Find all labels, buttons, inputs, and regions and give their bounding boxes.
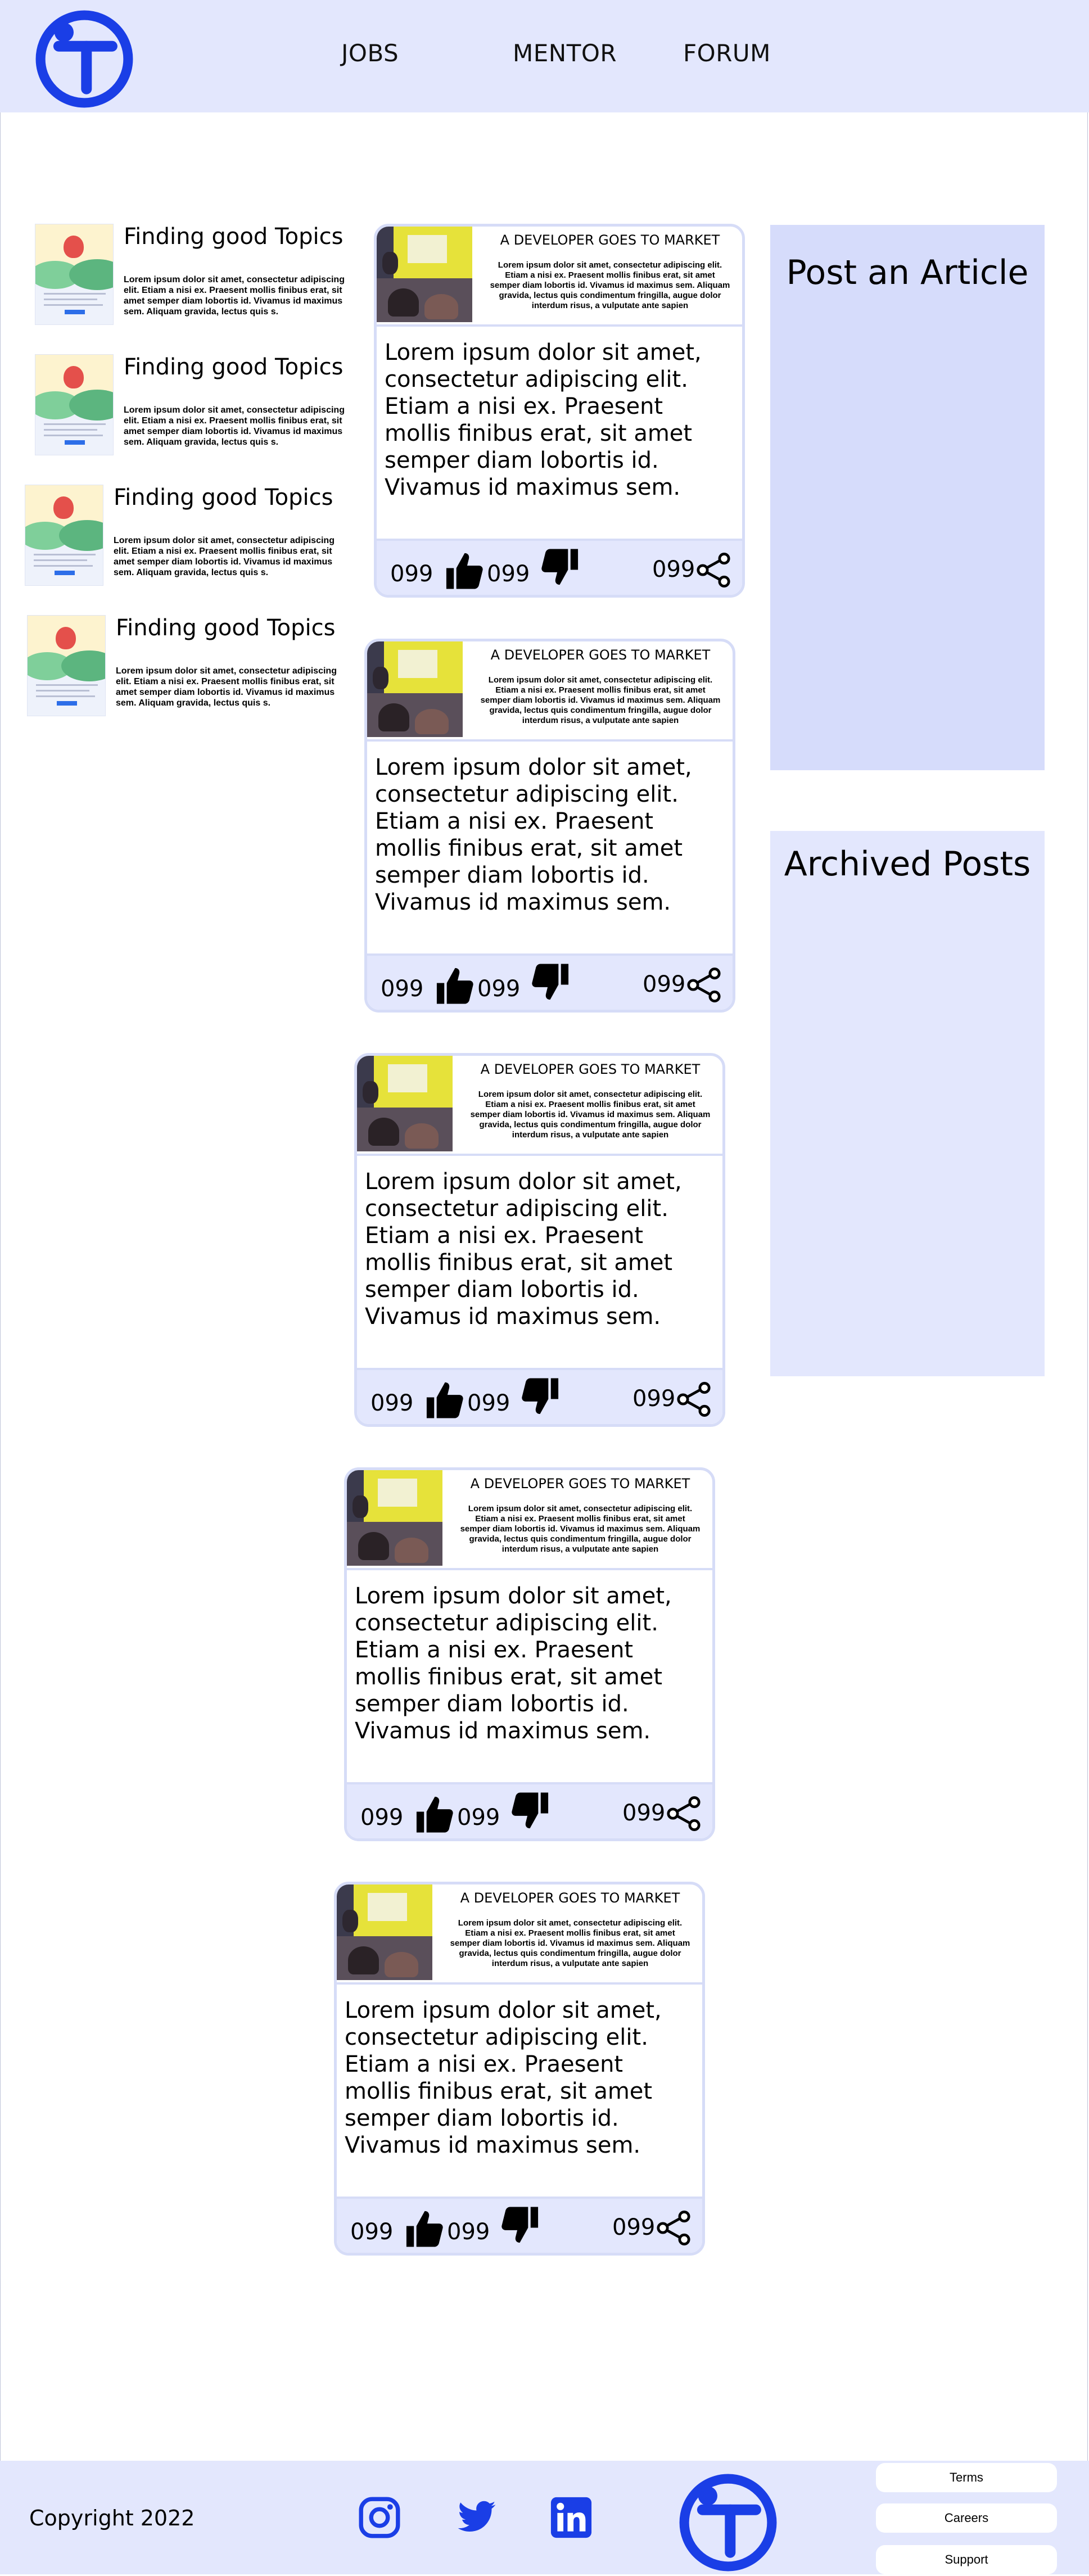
article-photo [377, 227, 472, 322]
article-summary: Lorem ipsum dolor sit amet, consectetur … [480, 675, 721, 725]
thumbs-up-icon[interactable] [443, 550, 485, 591]
topic-thumbnail [35, 224, 114, 325]
card-divider [367, 739, 733, 742]
thumbs-down-icon[interactable] [510, 1790, 552, 1832]
card-divider [347, 1568, 712, 1570]
article-photo [367, 641, 463, 737]
topic-description: Lorem ipsum dolor sit amet, consectetur … [116, 666, 337, 708]
share-count: 099 [632, 1386, 676, 1412]
nav-forum[interactable]: FORUM [683, 39, 771, 67]
footer-link-support[interactable]: Support [876, 2545, 1057, 2574]
share-icon[interactable] [654, 2209, 693, 2247]
topic-item[interactable]: Finding good Topics Lorem ipsum dolor si… [35, 224, 361, 331]
share-icon[interactable] [694, 551, 733, 589]
like-count: 099 [370, 1390, 414, 1416]
dislike-count: 099 [447, 2219, 490, 2245]
topic-item[interactable]: Finding good Topics Lorem ipsum dolor si… [35, 354, 361, 461]
dislike-count: 099 [457, 1805, 500, 1831]
instagram-icon[interactable] [356, 2494, 403, 2541]
topic-thumbnail [25, 485, 103, 586]
nav-jobs[interactable]: JOBS [341, 39, 399, 67]
share-count: 099 [643, 971, 686, 997]
thumbs-up-icon[interactable] [433, 965, 475, 1006]
card-divider [337, 1982, 702, 1985]
twitter-icon[interactable] [451, 2494, 501, 2541]
article-photo [347, 1470, 442, 1566]
article-card[interactable]: A DEVELOPER GOES TO MARKET Lorem ipsum do… [364, 639, 735, 1013]
card-divider [377, 324, 742, 327]
thumbs-down-icon[interactable] [500, 2204, 541, 2246]
article-headline[interactable]: A DEVELOPER GOES TO MARKET [454, 1476, 707, 1492]
article-actions: 099 099 099 [377, 539, 742, 595]
dislike-count: 099 [487, 561, 530, 587]
topic-item[interactable]: Finding good Topics Lorem ipsum dolor si… [27, 615, 353, 722]
article-photo [357, 1056, 453, 1151]
article-body: Lorem ipsum dolor sit amet, consectetur … [355, 1583, 672, 1744]
topic-title[interactable]: Finding good Topics [114, 485, 333, 510]
share-icon[interactable] [665, 1795, 703, 1833]
topic-item[interactable]: Finding good Topics Lorem ipsum dolor si… [25, 485, 351, 591]
article-photo [337, 1884, 432, 1980]
like-count: 099 [360, 1805, 404, 1831]
article-card[interactable]: A DEVELOPER GOES TO MARKET Lorem ipsum do… [344, 1467, 715, 1841]
card-divider [357, 1154, 722, 1156]
footer-link-careers[interactable]: Careers [876, 2503, 1057, 2533]
nav-mentor[interactable]: MENTOR [513, 39, 617, 67]
archived-posts-title[interactable]: Archived Posts [770, 844, 1045, 884]
article-card[interactable]: A DEVELOPER GOES TO MARKET Lorem ipsum do… [334, 1882, 705, 2256]
footer-logo-t-icon[interactable] [675, 2469, 781, 2576]
copyright-text: Copyright 2022 [29, 2506, 195, 2530]
share-icon[interactable] [675, 1380, 713, 1418]
like-count: 099 [350, 2219, 394, 2245]
topic-title[interactable]: Finding good Topics [124, 224, 343, 250]
article-actions: 099 099 099 [357, 1368, 722, 1424]
article-headline[interactable]: A DEVELOPER GOES TO MARKET [474, 647, 727, 663]
article-headline[interactable]: A DEVELOPER GOES TO MARKET [444, 1890, 697, 1906]
topic-description: Lorem ipsum dolor sit amet, consectetur … [114, 536, 335, 577]
article-summary: Lorem ipsum dolor sit amet, consectetur … [450, 1918, 690, 1968]
article-body: Lorem ipsum dolor sit amet, consectetur … [345, 1997, 662, 2158]
article-body: Lorem ipsum dolor sit amet, consectetur … [385, 340, 702, 500]
article-body: Lorem ipsum dolor sit amet, consectetur … [375, 754, 692, 915]
thumbs-down-icon[interactable] [540, 546, 581, 588]
footer-link-terms[interactable]: Terms [876, 2463, 1057, 2492]
topic-thumbnail [35, 354, 114, 455]
article-headline[interactable]: A DEVELOPER GOES TO MARKET [464, 1061, 717, 1077]
archived-posts-panel[interactable]: Archived Posts [770, 831, 1045, 1376]
thumbs-down-icon[interactable] [530, 961, 572, 1003]
post-article-title[interactable]: Post an Article [770, 253, 1045, 292]
thumbs-up-icon[interactable] [413, 1793, 455, 1835]
topic-description: Lorem ipsum dolor sit amet, consectetur … [124, 275, 345, 317]
share-icon[interactable] [685, 966, 723, 1004]
article-card[interactable]: A DEVELOPER GOES TO MARKET Lorem ipsum do… [354, 1053, 725, 1427]
share-count: 099 [622, 1800, 666, 1826]
article-summary: Lorem ipsum dolor sit amet, consectetur … [470, 1090, 711, 1140]
article-headline[interactable]: A DEVELOPER GOES TO MARKET [484, 232, 736, 248]
like-count: 099 [381, 976, 424, 1002]
topic-thumbnail [27, 615, 106, 716]
article-summary: Lorem ipsum dolor sit amet, consectetur … [490, 260, 730, 310]
topic-description: Lorem ipsum dolor sit amet, consectetur … [124, 405, 345, 447]
topic-title[interactable]: Finding good Topics [124, 354, 343, 380]
thumbs-up-icon[interactable] [403, 2208, 445, 2249]
linkedin-icon[interactable] [548, 2494, 594, 2541]
article-actions: 099 099 099 [337, 2197, 702, 2253]
share-count: 099 [612, 2215, 656, 2240]
thumbs-down-icon[interactable] [520, 1376, 562, 1417]
article-body: Lorem ipsum dolor sit amet, consectetur … [365, 1169, 682, 1330]
topic-title[interactable]: Finding good Topics [116, 615, 335, 641]
site-header: JOBS MENTOR FORUM [0, 0, 1089, 112]
post-article-panel[interactable]: Post an Article [770, 225, 1045, 770]
dislike-count: 099 [467, 1390, 510, 1416]
like-count: 099 [390, 561, 433, 587]
article-actions: 099 099 099 [347, 1782, 712, 1838]
dislike-count: 099 [477, 976, 521, 1002]
article-summary: Lorem ipsum dolor sit amet, consectetur … [460, 1504, 701, 1554]
share-count: 099 [652, 557, 695, 582]
article-card[interactable]: A DEVELOPER GOES TO MARKET Lorem ipsum do… [374, 224, 745, 598]
article-actions: 099 099 099 [367, 953, 733, 1010]
logo-t-icon[interactable] [31, 6, 138, 112]
site-footer: Copyright 2022 Terms Careers Support [0, 2461, 1089, 2574]
thumbs-up-icon[interactable] [423, 1379, 465, 1421]
